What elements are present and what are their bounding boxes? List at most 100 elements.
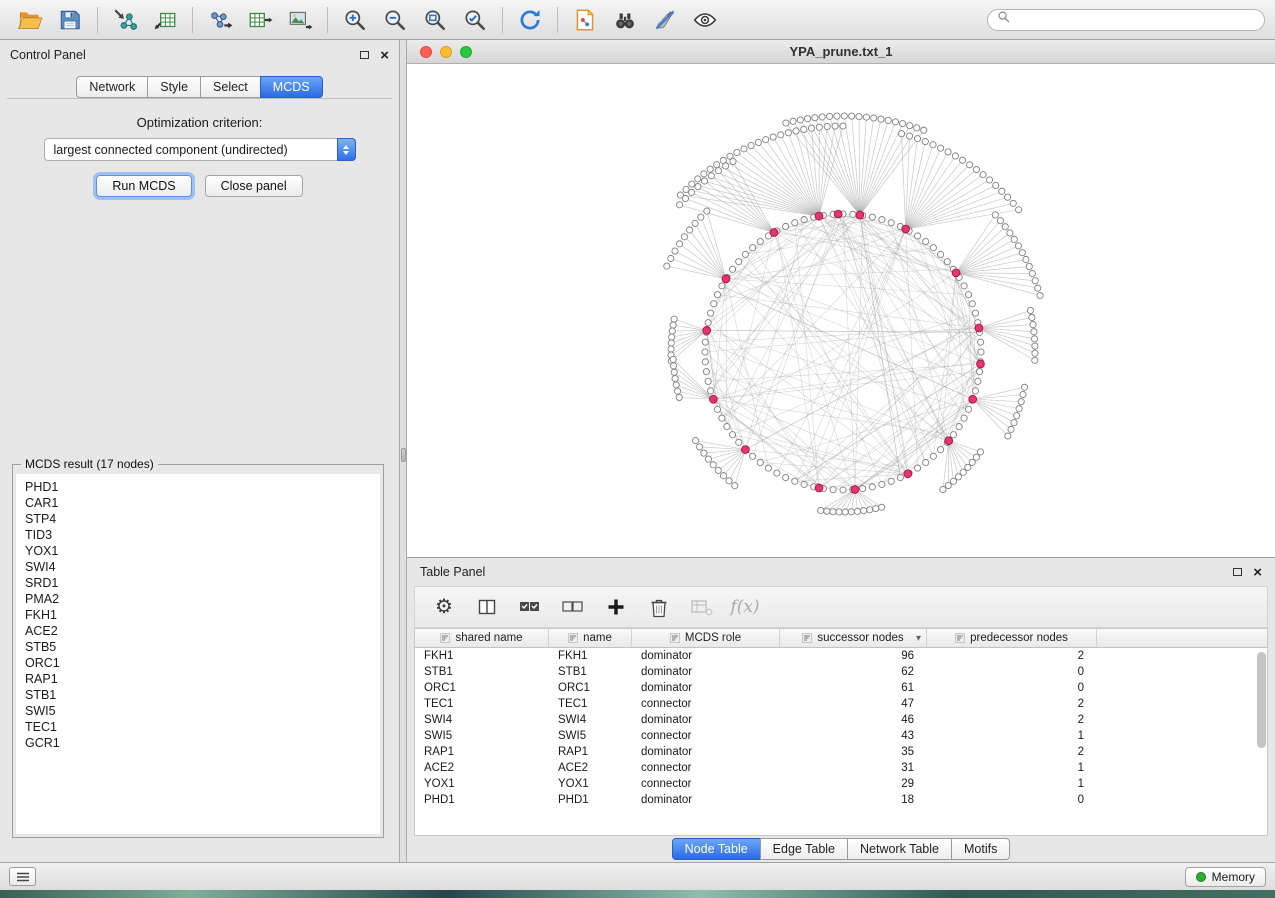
search-box[interactable] <box>987 9 1265 31</box>
scrollbar-thumb[interactable] <box>1257 652 1266 748</box>
mcds-result-item[interactable]: PMA2 <box>25 591 371 607</box>
open-folder-icon[interactable] <box>10 4 50 36</box>
style-icon[interactable] <box>645 4 685 36</box>
memory-button[interactable]: Memory <box>1185 867 1266 887</box>
table-row[interactable]: FKH1FKH1dominator962 <box>415 648 1267 664</box>
clone-network-icon[interactable] <box>565 4 605 36</box>
table-row[interactable]: SWI4SWI4dominator462 <box>415 712 1267 728</box>
tab-select[interactable]: Select <box>200 76 261 98</box>
import-table-icon[interactable] <box>145 4 185 36</box>
mcds-result-item[interactable]: RAP1 <box>25 671 371 687</box>
tab-mcds[interactable]: MCDS <box>260 76 323 98</box>
dominator-node[interactable] <box>742 446 750 454</box>
tab-node-table[interactable]: Node Table <box>672 838 761 860</box>
export-image-icon[interactable] <box>280 4 320 36</box>
export-table-icon[interactable] <box>240 4 280 36</box>
table-scrollbar[interactable] <box>1256 650 1266 833</box>
table-row[interactable]: STB1STB1dominator620 <box>415 664 1267 680</box>
float-table-panel-icon[interactable] <box>1233 568 1242 576</box>
gear-icon[interactable]: ⚙ <box>431 594 457 620</box>
column-header-predecessor-nodes[interactable]: predecessor nodes <box>927 629 1097 647</box>
dominator-node[interactable] <box>722 275 730 283</box>
clear-selection-icon[interactable] <box>560 594 586 620</box>
column-header-shared-name[interactable]: shared name <box>415 629 549 647</box>
dominator-node[interactable] <box>977 360 985 368</box>
mcds-result-item[interactable]: SWI4 <box>25 559 371 575</box>
table-row[interactable]: ORC1ORC1dominator610 <box>415 680 1267 696</box>
tab-network[interactable]: Network <box>76 76 148 98</box>
dominator-node[interactable] <box>945 437 953 445</box>
close-panel-icon[interactable]: × <box>380 48 389 63</box>
refresh-icon[interactable] <box>510 4 550 36</box>
mcds-result-item[interactable]: YOX1 <box>25 543 371 559</box>
table-row[interactable]: ACE2ACE2connector311 <box>415 760 1267 776</box>
mcds-result-item[interactable]: FKH1 <box>25 607 371 623</box>
network-canvas[interactable] <box>407 64 1275 557</box>
tab-style[interactable]: Style <box>147 76 201 98</box>
dominator-node[interactable] <box>770 229 778 237</box>
menu-button[interactable] <box>9 867 36 886</box>
show-hide-icon[interactable] <box>685 4 725 36</box>
close-panel-button[interactable]: Close panel <box>205 175 303 197</box>
tab-motifs[interactable]: Motifs <box>951 838 1010 860</box>
close-window-button[interactable] <box>420 46 432 58</box>
table-row[interactable]: RAP1RAP1dominator352 <box>415 744 1267 760</box>
dominator-node[interactable] <box>904 470 912 478</box>
zoom-selected-icon[interactable] <box>455 4 495 36</box>
mcds-result-item[interactable]: STP4 <box>25 511 371 527</box>
import-network-icon[interactable] <box>105 4 145 36</box>
table-row[interactable]: TEC1TEC1connector472 <box>415 696 1267 712</box>
table-cell: dominator <box>632 794 780 806</box>
column-header-name[interactable]: name <box>549 629 632 647</box>
dominator-node[interactable] <box>856 211 864 219</box>
dominator-node[interactable] <box>834 210 842 218</box>
export-network-icon[interactable] <box>200 4 240 36</box>
dominator-node[interactable] <box>952 269 960 277</box>
mcds-result-item[interactable]: SWI5 <box>25 703 371 719</box>
columns-icon[interactable] <box>474 594 500 620</box>
optimization-dropdown[interactable]: largest connected component (undirected) <box>44 138 356 161</box>
delete-icon[interactable] <box>646 594 672 620</box>
mcds-result-item[interactable]: TID3 <box>25 527 371 543</box>
mcds-result-item[interactable]: GCR1 <box>25 735 371 751</box>
dominator-node[interactable] <box>975 324 983 332</box>
dominator-node[interactable] <box>902 225 910 233</box>
column-header-successor-nodes[interactable]: successor nodes▾ <box>780 629 927 647</box>
save-icon[interactable] <box>50 4 90 36</box>
minimize-window-button[interactable] <box>440 46 452 58</box>
run-mcds-button[interactable]: Run MCDS <box>96 175 191 197</box>
zoom-fit-icon[interactable] <box>415 4 455 36</box>
add-icon[interactable] <box>603 594 629 620</box>
dominator-node[interactable] <box>815 484 823 492</box>
divider-handle-icon[interactable] <box>401 448 406 462</box>
select-all-icon[interactable] <box>517 594 543 620</box>
column-header-MCDS-role[interactable]: MCDS role <box>632 629 780 647</box>
panel-divider[interactable] <box>400 40 407 862</box>
dominator-node[interactable] <box>969 395 977 403</box>
search-input[interactable] <box>1016 13 1255 27</box>
dominator-node[interactable] <box>815 212 823 220</box>
find-icon[interactable] <box>605 4 645 36</box>
mcds-result-item[interactable]: ACE2 <box>25 623 371 639</box>
zoom-out-icon[interactable] <box>375 4 415 36</box>
mcds-result-item[interactable]: STB5 <box>25 639 371 655</box>
close-table-panel-icon[interactable]: × <box>1253 565 1262 580</box>
zoom-in-icon[interactable] <box>335 4 375 36</box>
zoom-window-button[interactable] <box>460 46 472 58</box>
mcds-result-item[interactable]: SRD1 <box>25 575 371 591</box>
mcds-result-item[interactable]: PHD1 <box>25 479 371 495</box>
dominator-node[interactable] <box>703 327 711 335</box>
mcds-result-item[interactable]: TEC1 <box>25 719 371 735</box>
tab-network-table[interactable]: Network Table <box>847 838 952 860</box>
tab-edge-table[interactable]: Edge Table <box>760 838 848 860</box>
network-titlebar[interactable]: YPA_prune.txt_1 <box>407 40 1275 64</box>
mcds-result-item[interactable]: CAR1 <box>25 495 371 511</box>
table-row[interactable]: SWI5SWI5connector431 <box>415 728 1267 744</box>
table-row[interactable]: YOX1YOX1connector291 <box>415 776 1267 792</box>
float-panel-icon[interactable] <box>360 51 369 59</box>
mcds-result-item[interactable]: STB1 <box>25 687 371 703</box>
table-row[interactable]: PHD1PHD1dominator180 <box>415 792 1267 808</box>
dominator-node[interactable] <box>709 395 717 403</box>
mcds-result-item[interactable]: ORC1 <box>25 655 371 671</box>
dominator-node[interactable] <box>851 486 859 494</box>
